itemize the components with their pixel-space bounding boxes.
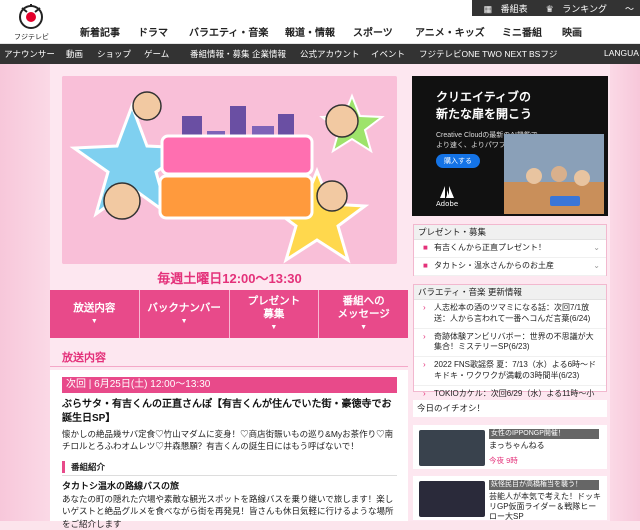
episode-title: ぶらサタ・有吉くんの正直さんぽ【有吉くんが住んでいた街・豪徳寺でお誕生日SP】 [62, 399, 392, 424]
update-item[interactable]: › 2022 FNS歌謡祭 夏：7/13（水）よる6時〜ドキドキ・ワクワクが満載の… [414, 357, 606, 386]
arrow-right-icon: › [423, 331, 426, 341]
pick-title-text: まっちゃんねる [489, 441, 545, 450]
eye-logo-icon [19, 4, 43, 29]
segment-description: あなたの町の隠れた穴場や素敵な観光スポットを路線バスを乗り継いで旅します！楽しい… [62, 494, 394, 529]
chevron-down-icon: ⌄ [593, 243, 600, 252]
pick-item[interactable]: 女性のIPPONGP開催！ まっちゃんねる 今夜 9時 [413, 425, 607, 469]
nav-anime[interactable]: アニメ・キッズ [415, 24, 485, 39]
fujitv-logo[interactable]: フジテレビ [14, 4, 50, 42]
adobe-icon [440, 186, 455, 198]
update-item-label: 人志松本の酒のツマミになる話：次回7/1放送：人から言われて一番ヘコんだ言葉(6… [434, 303, 591, 323]
variety-panel-title: バラエティ・音楽 更新情報 [414, 285, 606, 300]
nav2-event[interactable]: イベント [371, 48, 405, 60]
tab-label: 番組への メッセージ [337, 295, 390, 321]
nav2-shop[interactable]: ショップ [97, 48, 131, 60]
update-item-label: 奇跡体験アンビリバボー：世界の不思議が大集合！ミステリーSP(6/23) [434, 331, 594, 352]
nav2-one-two-next[interactable]: フジテレビONE TWO NEXT [419, 48, 527, 60]
pick-badge: 女性のIPPONGP開催！ [489, 429, 599, 439]
chevron-down-icon: ▼ [360, 324, 368, 332]
adobe-ad[interactable]: クリエイティブの 新たな扉を開こう Creative Cloudの最新のAI機能… [412, 76, 608, 216]
nav2-language[interactable]: LANGUA [604, 48, 639, 58]
pick-time: 今夜 9時 [489, 456, 518, 465]
adobe-logo: Adobe [436, 186, 458, 208]
gift-icon: ■ [423, 260, 428, 270]
nav-movie[interactable]: 映画 [562, 24, 582, 39]
nav-sports[interactable]: スポーツ [353, 24, 393, 39]
utility-bar: ▦ 番組表 ♛ ランキング 〜 [471, 0, 640, 16]
section-divider [50, 366, 408, 367]
arrow-right-icon: › [423, 360, 426, 370]
nav2-bsfuji[interactable]: BSフジ [529, 48, 557, 60]
section-title: 放送内容 [62, 352, 106, 364]
nav2-video[interactable]: 動画 [66, 48, 83, 60]
pick-item[interactable]: 妖怪民目が高橋権当を襲う！ 芸能人が本気で考えた！ドッキリGP仮面ライダー＆戦隊… [413, 476, 607, 521]
segment-divider [62, 475, 397, 476]
top-header: フジテレビ 新着記事 ドラマ バラエティ・音楽 報道・情報 スポーツ アニメ・キ… [0, 0, 640, 44]
program-banner [62, 76, 397, 264]
update-item[interactable]: › 奇跡体験アンビリバボー：世界の不思議が大集合！ミステリーSP(6/23) [414, 329, 606, 358]
tab-broadcast-content[interactable]: 放送内容 ▼ [50, 290, 140, 338]
present-item-label: タカトシ・温水さんからのお土産 [434, 260, 554, 270]
nav2-program-info[interactable]: 番組情報・募集 [190, 48, 250, 60]
banner-illustration [62, 76, 397, 264]
airtime-text: 毎週土曜日12:00〜13:30 [157, 271, 302, 286]
right-decor [610, 64, 640, 521]
segment-title: タカトシ温水の路線バスの旅 [62, 481, 180, 491]
tab-label: バックナンバー [147, 301, 221, 314]
tab-back-number[interactable]: バックナンバー ▼ [139, 290, 230, 338]
ranking-label: ランキング [562, 3, 607, 14]
chevron-down-icon: ▼ [180, 317, 188, 325]
nav-news[interactable]: 新着記事 [80, 24, 120, 39]
chevron-down-icon: ⌄ [593, 260, 600, 270]
nav2-official[interactable]: 公式アカウント [300, 48, 360, 60]
secondary-nav: アナウンサー 動画 ショップ ゲーム 番組情報・募集 企業情報 公式アカウント … [0, 44, 640, 64]
ad-buy-button[interactable]: 購入する [436, 154, 480, 168]
nav2-game[interactable]: ゲーム [144, 48, 169, 60]
nav-news-info[interactable]: 報道・情報 [285, 24, 335, 39]
nav2-corporate[interactable]: 企業情報 [252, 48, 286, 60]
adobe-brand: Adobe [436, 200, 459, 208]
pick-badge: 妖怪民目が高橋権当を襲う！ [489, 480, 599, 490]
nav-mini[interactable]: ミニ番組 [502, 24, 542, 39]
logo-text: フジテレビ [14, 33, 49, 41]
chevron-down-icon: ▼ [270, 324, 278, 332]
present-item[interactable]: ■ タカトシ・温水さんからのお土産 ⌄ [414, 258, 606, 276]
episode-date-bar: 次回 | 6月25日(土) 12:00〜13:30 [62, 377, 397, 393]
more-link[interactable]: 〜 [619, 2, 640, 15]
program-tabs: 放送内容 ▼ バックナンバー ▼ プレゼント 募集 ▼ 番組への メッセージ ▼ [50, 290, 408, 338]
tab-present[interactable]: プレゼント 募集 ▼ [229, 290, 320, 338]
variety-updates-panel: バラエティ・音楽 更新情報 › 人志松本の酒のツマミになる話：次回7/1放送：人か… [413, 284, 607, 409]
gift-icon: ■ [423, 243, 428, 252]
tab-message[interactable]: 番組への メッセージ ▼ [319, 290, 408, 338]
tv-guide-label: 番組表 [500, 3, 528, 14]
ad-headline: クリエイティブの 新たな扉を開こう [436, 90, 533, 121]
arrow-right-icon: › [423, 303, 426, 312]
present-panel-title: プレゼント・募集 [414, 225, 606, 240]
ad-photo [504, 134, 604, 214]
segment-heading: 番組紹介 [62, 461, 105, 473]
nav2-announcer[interactable]: アナウンサー [4, 48, 55, 60]
update-item-label: 2022 FNS歌謡祭 夏：7/13（水）よる6時〜ドキドキ・ワクワクが満載の3… [434, 360, 597, 380]
left-decor [0, 64, 50, 521]
pick-title-text: 芸能人が本気で考えた！ドッキリGP仮面ライダー＆戦隊ヒーロー大SP [489, 492, 601, 521]
pick-thumbnail [419, 430, 485, 466]
pick-thumbnail [419, 481, 485, 517]
present-item[interactable]: ■ 有吉くんから正直プレゼント！ ⌄ [414, 240, 606, 258]
present-panel: プレゼント・募集 ■ 有吉くんから正直プレゼント！ ⌄ ■ タカトシ・温水さんからのお… [413, 224, 607, 276]
nav-drama[interactable]: ドラマ [138, 24, 168, 39]
nav-variety[interactable]: バラエティ・音楽 [189, 24, 268, 39]
tab-label: プレゼント 募集 [247, 295, 301, 321]
update-item[interactable]: › 人志松本の酒のツマミになる話：次回7/1放送：人から言われて一番ヘコんだ言葉(… [414, 300, 606, 329]
tab-label: 放送内容 [73, 301, 116, 314]
chevron-down-icon: ▼ [90, 317, 98, 325]
pick-title: 今日のイチオシ！ [413, 400, 607, 417]
episode-description: 懐かしの絶品幾サバ定食♡竹山マダムに変身！♡商店街賑いもの巡り&Myお茶作り♡南… [62, 429, 394, 452]
present-item-label: 有吉くんから正直プレゼント！ [434, 243, 546, 252]
tv-guide-link[interactable]: ▦ 番組表 [478, 2, 540, 15]
arrow-right-icon: › [423, 388, 426, 398]
ranking-link[interactable]: ♛ ランキング [540, 2, 619, 15]
